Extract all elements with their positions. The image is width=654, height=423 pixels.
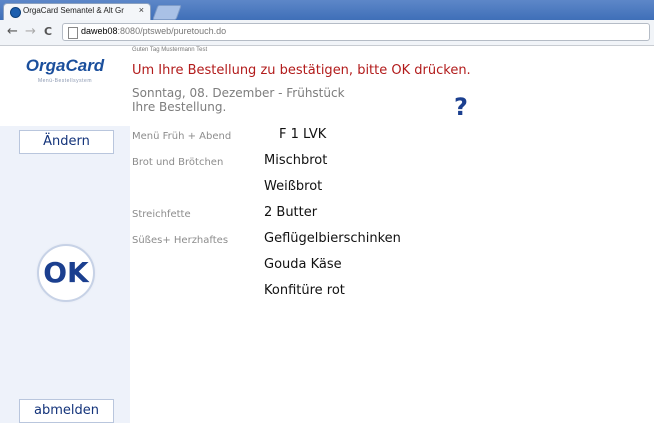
order-category: Menü Früh + Abend xyxy=(132,131,232,142)
new-tab-button[interactable] xyxy=(152,5,182,20)
tab-title: OrgaCard Semantel & Alt Gr xyxy=(23,6,124,15)
order-category: Brot und Brötchen xyxy=(132,157,224,168)
header: Guten Tag Mustermann Test Um Ihre Bestel… xyxy=(130,46,654,126)
url-path: :8080/ptsweb/puretouch.do xyxy=(117,26,227,36)
order-item: Weißbrot xyxy=(264,179,323,194)
sidebar: OrgaCard Menü-Bestellsystem Ändern OK ab… xyxy=(0,46,130,423)
app-body: OrgaCard Menü-Bestellsystem Ändern OK ab… xyxy=(0,46,654,423)
order-row: Konfitüre rot xyxy=(130,283,654,305)
order-row: Gouda Käse xyxy=(130,257,654,279)
order-category: Süßes+ Herzhaftes xyxy=(132,235,229,246)
favicon-icon xyxy=(10,7,21,18)
address-bar[interactable]: daweb08:8080/ptsweb/puretouch.do xyxy=(62,23,650,41)
main-panel: Guten Tag Mustermann Test Um Ihre Bestel… xyxy=(130,46,654,423)
url-host: daweb08 xyxy=(81,26,118,36)
back-arrow-icon[interactable]: ← xyxy=(7,24,18,39)
forward-arrow-icon[interactable]: → xyxy=(25,24,36,39)
browser-toolbar: ← → C daweb08:8080/ptsweb/puretouch.do xyxy=(0,20,654,46)
order-category: Streichfette xyxy=(132,209,191,220)
order-summary: Menü Früh + Abend F 1 LVK Brot und Brötc… xyxy=(130,126,654,423)
logout-button[interactable]: abmelden xyxy=(19,399,114,423)
help-icon[interactable]: ? xyxy=(450,94,472,120)
order-item: Gouda Käse xyxy=(264,257,342,272)
logo-subtitle: Menü-Bestellsystem xyxy=(37,78,92,84)
order-row: Streichfette 2 Butter xyxy=(130,205,654,227)
logo-area: OrgaCard Menü-Bestellsystem xyxy=(0,46,130,126)
close-tab-icon[interactable]: × xyxy=(139,5,144,15)
url-text: daweb08:8080/ptsweb/puretouch.do xyxy=(81,26,226,36)
browser-tabstrip: OrgaCard Semantel & Alt Gr × xyxy=(0,0,654,20)
date-meal-text: Sonntag, 08. Dezember - Frühstück xyxy=(132,86,345,100)
order-item: 2 Butter xyxy=(264,205,318,220)
order-row: Weißbrot xyxy=(130,179,654,201)
order-row: Menü Früh + Abend F 1 LVK xyxy=(130,127,654,149)
order-row: Brot und Brötchen Mischbrot xyxy=(130,153,654,175)
ok-button[interactable]: OK xyxy=(37,244,95,302)
order-item: Geflügelbierschinken xyxy=(264,231,401,246)
orgacard-logo: OrgaCard xyxy=(25,56,105,75)
page-icon xyxy=(68,27,78,39)
greeting-text: Guten Tag Mustermann Test xyxy=(132,47,208,53)
order-item: Mischbrot xyxy=(264,153,328,168)
order-item: Konfitüre rot xyxy=(264,283,345,298)
reload-icon[interactable]: C xyxy=(44,25,52,38)
order-item: F 1 LVK xyxy=(279,127,327,142)
order-title: Ihre Bestellung. xyxy=(132,100,227,114)
instruction-text: Um Ihre Bestellung zu bestätigen, bitte … xyxy=(132,63,471,78)
browser-tab[interactable]: OrgaCard Semantel & Alt Gr × xyxy=(3,3,151,20)
order-row: Süßes+ Herzhaftes Geflügelbierschinken xyxy=(130,231,654,253)
change-button[interactable]: Ändern xyxy=(19,130,114,154)
